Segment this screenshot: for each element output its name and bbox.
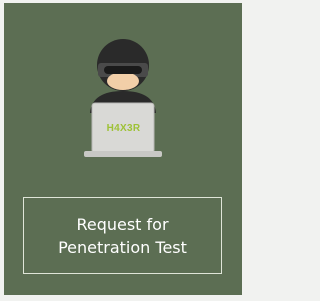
tile-label: Request for Penetration Test bbox=[58, 214, 187, 257]
hacker-laptop-icon bbox=[84, 39, 162, 157]
request-penetration-test-tile[interactable]: H4X3R Request for Penetration Test bbox=[4, 3, 242, 295]
tile-label-box[interactable]: Request for Penetration Test bbox=[23, 197, 222, 274]
laptop-screen-text: H4X3R bbox=[106, 123, 141, 134]
